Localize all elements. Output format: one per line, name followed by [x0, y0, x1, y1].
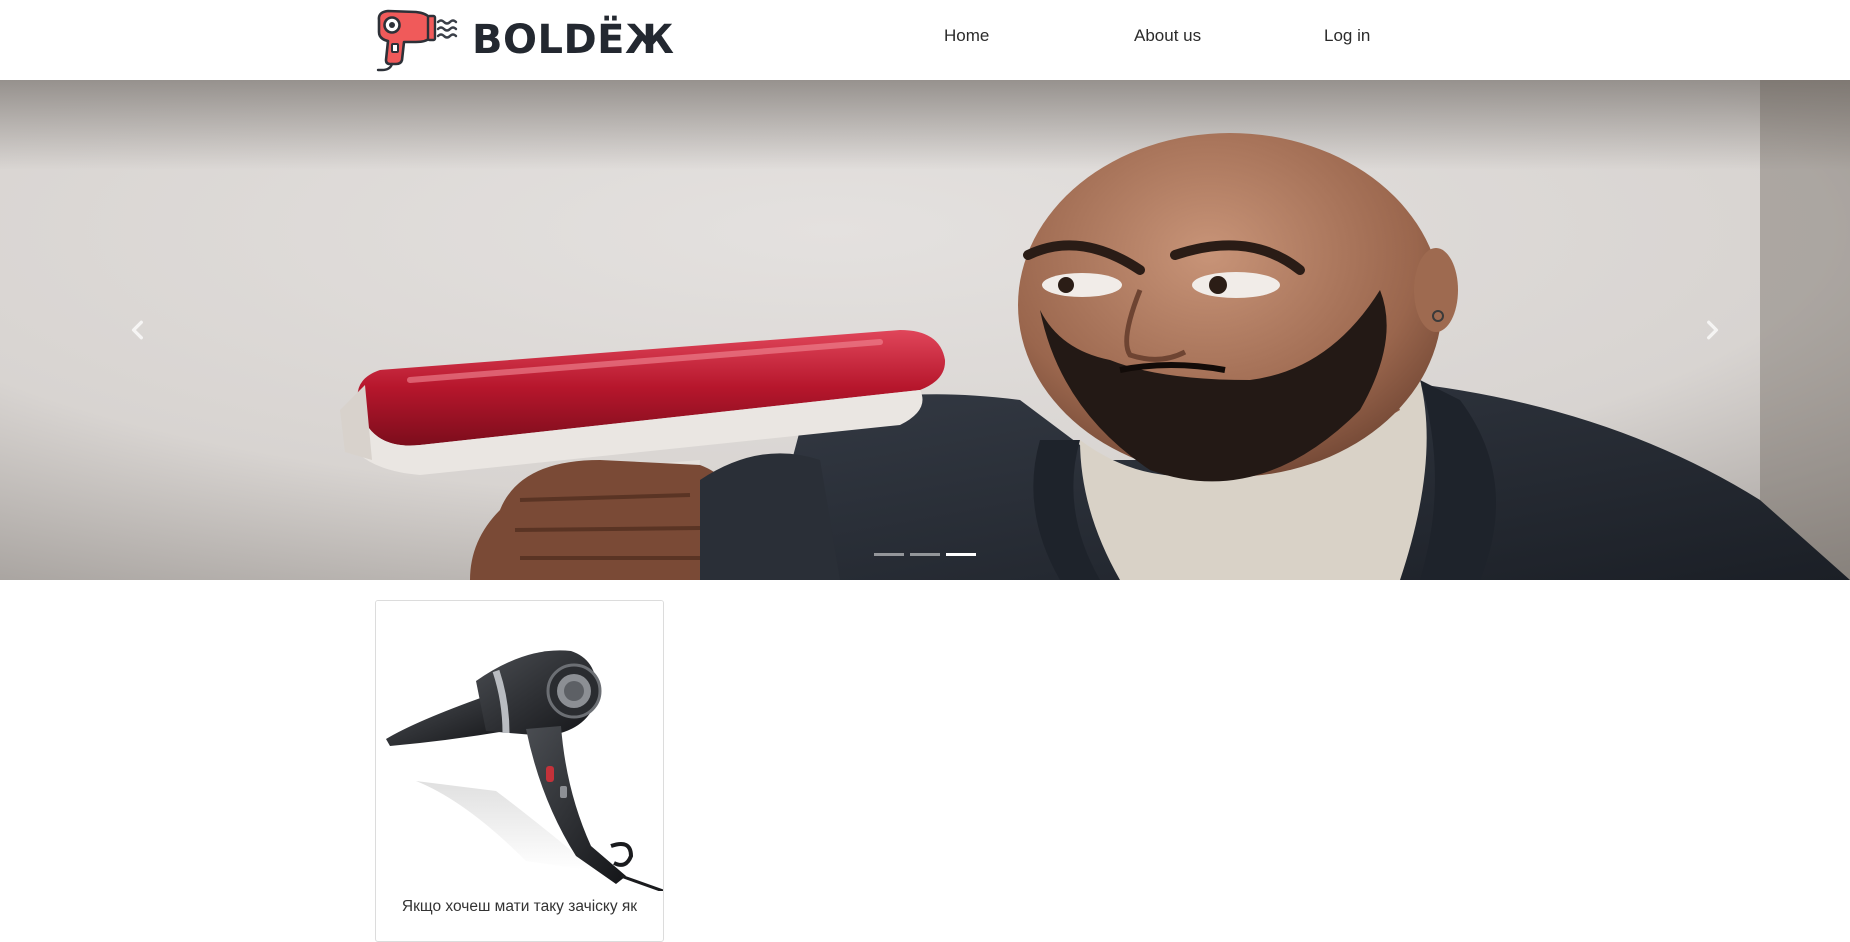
carousel-indicators [0, 553, 1850, 556]
carousel-next-button[interactable] [1574, 80, 1850, 580]
carousel-indicator[interactable] [874, 553, 904, 556]
chevron-left-icon [131, 320, 143, 340]
chevron-right-icon [1707, 320, 1719, 340]
nav-about-link[interactable]: About us [1134, 22, 1201, 50]
hero-carousel [0, 80, 1850, 580]
nav-home-link[interactable]: Home [944, 22, 989, 50]
product-description: Якщо хочеш мати таку зачіску як [401, 898, 638, 915]
carousel-indicator-active[interactable] [946, 553, 976, 556]
carousel-slide-image [0, 80, 1850, 580]
hair-dryer-icon [376, 9, 458, 72]
carousel-indicator[interactable] [910, 553, 940, 556]
product-image [376, 601, 663, 891]
navbar: BOLDЁЖ Home About us Log in [0, 0, 1850, 81]
carousel-prev-button[interactable] [0, 80, 276, 580]
brand-name: BOLDЁЖ [472, 17, 675, 63]
product-card[interactable]: Якщо хочеш мати таку зачіску як [375, 600, 664, 942]
brand-link[interactable]: BOLDЁЖ [374, 8, 674, 72]
nav-login-link[interactable]: Log in [1324, 22, 1370, 50]
